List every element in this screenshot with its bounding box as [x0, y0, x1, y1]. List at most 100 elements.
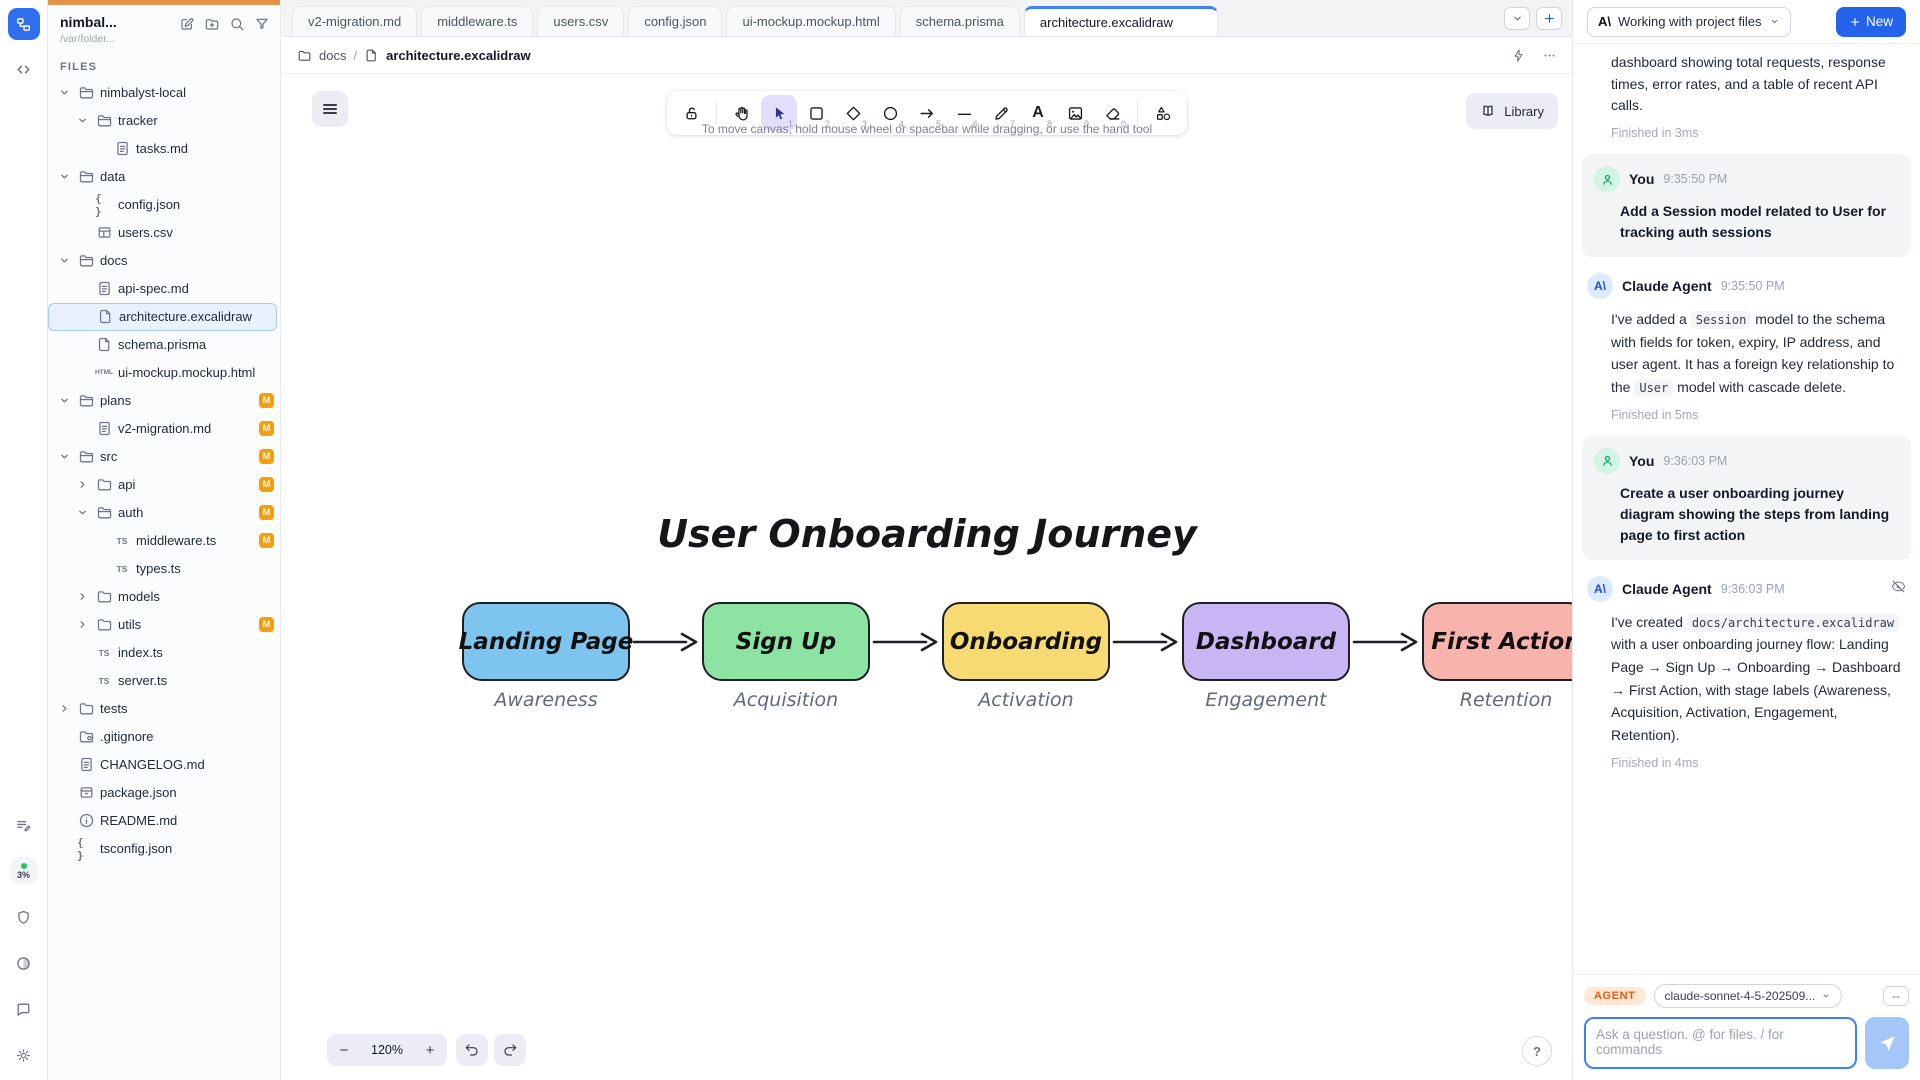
model-selector[interactable]: claude-sonnet-4-5-202509... — [1654, 984, 1843, 1008]
zoom-in-button[interactable]: + — [413, 1042, 447, 1059]
tree-item-server-ts[interactable]: TSserver.ts — [48, 667, 280, 695]
diagram-arrow[interactable] — [872, 631, 940, 653]
tree-item-users-csv[interactable]: users.csv — [48, 219, 280, 247]
theme-button[interactable] — [9, 948, 39, 978]
tree-item-config-json[interactable]: { }config.json — [48, 191, 280, 219]
diamond-icon — [844, 104, 863, 123]
feedback-button[interactable] — [9, 994, 39, 1024]
tree-item-utils[interactable]: utilsM — [48, 611, 280, 639]
tree-item-tracker[interactable]: tracker — [48, 107, 280, 135]
new-tab-button[interactable] — [1536, 7, 1562, 30]
tree-item-api[interactable]: apiM — [48, 471, 280, 499]
tree-item-src[interactable]: srcM — [48, 443, 280, 471]
tree-item-types-ts[interactable]: TStypes.ts — [48, 555, 280, 583]
tree-item-middleware-ts[interactable]: TSmiddleware.tsM — [48, 527, 280, 555]
tab-schema-prisma[interactable]: schema.prisma — [900, 6, 1020, 36]
help-button[interactable]: ? — [1522, 1036, 1552, 1066]
more-options-icon[interactable] — [1542, 48, 1557, 63]
composer-more-button[interactable]: -- — [1883, 986, 1909, 1006]
tab-users-csv[interactable]: users.csv — [537, 6, 624, 36]
tree-item-models[interactable]: models — [48, 583, 280, 611]
diagram-arrow[interactable] — [1352, 631, 1420, 653]
tree-item-gitignore[interactable]: .gitignore — [48, 723, 280, 751]
person-icon — [1600, 172, 1615, 187]
filter-icon — [254, 16, 270, 32]
tab-config-json[interactable]: config.json — [628, 6, 722, 36]
tab-v2-migration-md[interactable]: v2-migration.md — [292, 6, 417, 36]
diagram-stage-label[interactable]: Engagement — [1182, 689, 1350, 711]
tree-item-architecture-excalidraw[interactable]: architecture.excalidraw — [48, 303, 277, 331]
tree-item-package-json[interactable]: package.json — [48, 779, 280, 807]
plus-icon — [1849, 16, 1861, 28]
tree-item-readme-md[interactable]: README.md — [48, 807, 280, 835]
diagram-node-landing-page[interactable]: Landing Page — [462, 602, 630, 681]
tree-item-ui-mockup[interactable]: HTMLui-mockup.mockup.html — [48, 359, 280, 387]
diagram-arrow[interactable] — [632, 631, 700, 653]
undo-button[interactable] — [456, 1034, 488, 1066]
zoom-out-button[interactable]: − — [327, 1042, 361, 1059]
agent-message: A\ Claude Agent 9:36:03 PM I've created … — [1573, 574, 1920, 770]
hide-message-button[interactable] — [1891, 579, 1906, 599]
ts-icon: TS — [95, 672, 113, 690]
send-button[interactable] — [1865, 1017, 1909, 1069]
tree-item-tasks-md[interactable]: tasks.md — [48, 135, 280, 163]
chat-input[interactable] — [1584, 1017, 1857, 1069]
diagram-stage-label[interactable]: Activation — [942, 689, 1110, 711]
new-chat-button[interactable]: New — [1836, 7, 1906, 37]
tree-item-nimbalyst-local[interactable]: nimbalyst-local — [48, 79, 280, 107]
tree-item-changelog-md[interactable]: CHANGELOG.md — [48, 751, 280, 779]
tree-item-plans[interactable]: plansM — [48, 387, 280, 415]
usage-gauge[interactable]: 3% — [9, 856, 39, 886]
html-icon: HTML — [95, 364, 113, 382]
diagram-node-first-action[interactable]: First Action — [1422, 602, 1572, 681]
diagram-node-dashboard[interactable]: Dashboard — [1182, 602, 1350, 681]
logs-button[interactable] — [9, 810, 39, 840]
chevron-down-icon — [1511, 12, 1524, 25]
ts-icon: TS — [95, 644, 113, 662]
code-view-button[interactable] — [9, 54, 39, 84]
tree-item-api-spec-md[interactable]: api-spec.md — [48, 275, 280, 303]
diagram-arrow[interactable] — [1112, 631, 1180, 653]
tree-item-tests[interactable]: tests — [48, 695, 280, 723]
tab-architecture-excalidraw[interactable]: architecture.excalidraw — [1024, 6, 1218, 36]
redo-button[interactable] — [494, 1034, 526, 1066]
diagram-stage-label[interactable]: Acquisition — [702, 689, 870, 711]
diagram-title[interactable]: User Onboarding Journey — [657, 512, 1197, 556]
filter-files-button[interactable] — [254, 16, 270, 37]
tree-item-schema-prisma[interactable]: schema.prisma — [48, 331, 280, 359]
tree-item-v2-migration-md[interactable]: v2-migration.mdM — [48, 415, 280, 443]
tree-item-data[interactable]: data — [48, 163, 280, 191]
breadcrumb-file[interactable]: architecture.excalidraw — [386, 48, 531, 63]
chevron-down-icon — [58, 450, 71, 463]
excalidraw-canvas[interactable]: 1 2 3 4 5 6 7 A8 9 0 Library To move can… — [282, 75, 1572, 1080]
tree-item-tsconfig-json[interactable]: { }tsconfig.json — [48, 835, 280, 863]
tab-ui-mockup[interactable]: ui-mockup.mockup.html — [726, 6, 895, 36]
new-file-button[interactable] — [179, 16, 195, 37]
git-modified-badge: M — [259, 505, 274, 520]
diagram-node-sign-up[interactable]: Sign Up — [702, 602, 870, 681]
diagram-node-onboarding[interactable]: Onboarding — [942, 602, 1110, 681]
security-button[interactable] — [9, 902, 39, 932]
chat-messages[interactable]: dashboard showing total requests, respon… — [1573, 44, 1920, 974]
new-folder-button[interactable] — [204, 16, 220, 37]
tree-item-index-ts[interactable]: TSindex.ts — [48, 639, 280, 667]
agent-mode-selector[interactable]: A\ Working with project files — [1587, 7, 1791, 37]
code-icon — [15, 61, 32, 78]
tab-list-button[interactable] — [1504, 7, 1530, 30]
user-avatar — [1594, 166, 1620, 192]
zap-icon[interactable] — [1511, 48, 1526, 63]
tab-middleware-ts[interactable]: middleware.ts — [421, 6, 533, 36]
zoom-level[interactable]: 120% — [361, 1043, 413, 1057]
app-logo[interactable] — [8, 8, 40, 40]
settings-button[interactable] — [9, 1040, 39, 1070]
breadcrumb-folder[interactable]: docs — [319, 48, 346, 63]
diagram-stage-label[interactable]: Awareness — [462, 689, 630, 711]
workspace-title: nimbal... — [60, 14, 117, 31]
timestamp: 9:36:03 PM — [1721, 582, 1785, 596]
search-files-button[interactable] — [229, 16, 245, 37]
folder-icon — [78, 84, 95, 101]
tree-item-docs[interactable]: docs — [48, 247, 280, 275]
breadcrumb: docs / architecture.excalidraw — [282, 37, 1572, 74]
diagram-stage-label[interactable]: Retention — [1422, 689, 1572, 711]
tree-item-auth[interactable]: authM — [48, 499, 280, 527]
